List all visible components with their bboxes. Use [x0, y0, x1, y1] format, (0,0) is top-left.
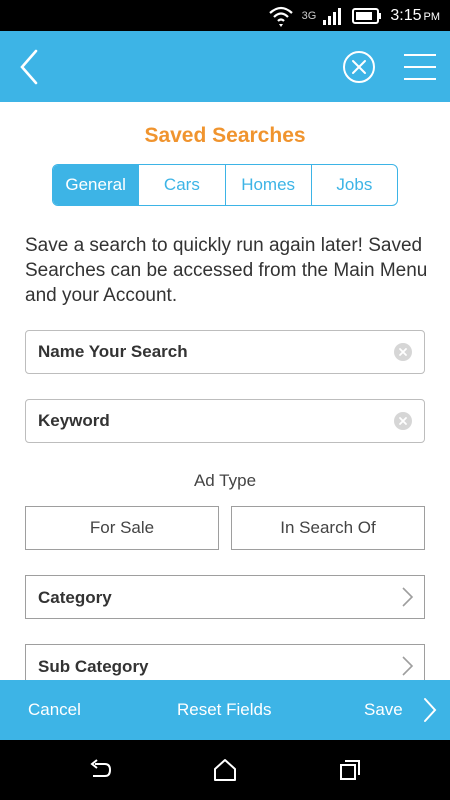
clock: 3:15 PM — [390, 7, 440, 25]
tab-cars[interactable]: Cars — [138, 165, 224, 205]
chevron-right-icon — [402, 656, 414, 676]
save-button[interactable]: Save — [364, 680, 439, 740]
wifi-icon — [268, 6, 293, 27]
close-circle-icon[interactable] — [342, 50, 376, 84]
home-nav-icon[interactable] — [212, 758, 238, 782]
chevron-right-icon — [402, 587, 414, 607]
status-icons: 3G 3:15 PM — [268, 0, 440, 31]
status-bar: 3G 3:15 PM — [0, 0, 450, 31]
keyword-field — [25, 399, 425, 443]
tab-jobs[interactable]: Jobs — [310, 165, 397, 205]
reset-fields-button[interactable]: Reset Fields — [177, 680, 271, 740]
sub-category-label: Sub Category — [38, 657, 149, 676]
chevron-right-icon — [423, 698, 437, 722]
network-type: 3G — [301, 9, 317, 22]
clock-time: 3:15 — [390, 6, 422, 24]
category-select[interactable]: Category — [25, 575, 425, 619]
chevron-left-icon[interactable] — [14, 47, 44, 87]
clear-name-icon[interactable] — [394, 343, 412, 361]
category-tabs: General Cars Homes Jobs — [52, 164, 398, 206]
save-label: Save — [364, 700, 403, 719]
clock-ampm: PM — [423, 10, 441, 23]
cancel-button[interactable]: Cancel — [28, 680, 81, 740]
app-bar — [0, 31, 450, 102]
in-search-of-button[interactable]: In Search Of — [231, 506, 425, 550]
battery-icon — [352, 7, 382, 24]
name-search-input[interactable] — [38, 331, 378, 373]
recents-nav-icon[interactable] — [337, 758, 363, 782]
tab-general[interactable]: General — [53, 165, 139, 205]
system-nav-bar — [0, 740, 450, 800]
hamburger-menu-icon[interactable] — [402, 51, 438, 83]
bottom-action-bar: Cancel Reset Fields Save — [0, 680, 450, 740]
back-nav-icon[interactable] — [87, 758, 113, 782]
page-title: Saved Searches — [144, 124, 306, 147]
ad-type-label: Ad Type — [193, 471, 257, 490]
tab-homes[interactable]: Homes — [224, 165, 311, 205]
keyword-input[interactable] — [38, 400, 378, 442]
signal-icon — [323, 7, 342, 25]
description-text: Save a search to quickly run again later… — [25, 235, 428, 306]
for-sale-button[interactable]: For Sale — [25, 506, 219, 550]
category-label: Category — [38, 588, 112, 607]
clear-keyword-icon[interactable] — [394, 412, 412, 430]
name-search-field — [25, 330, 425, 374]
